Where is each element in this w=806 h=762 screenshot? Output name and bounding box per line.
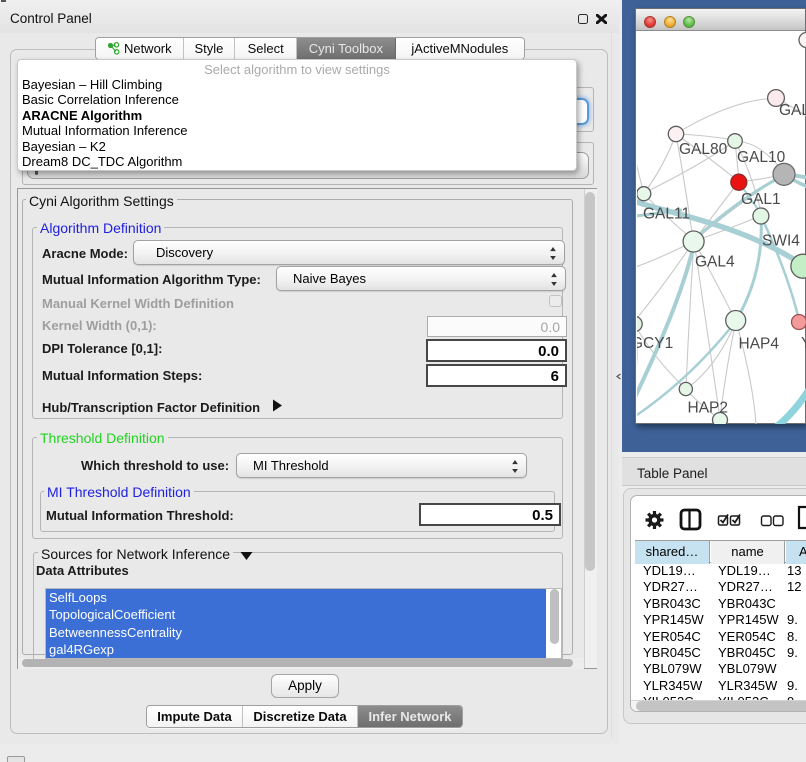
svg-text:HAP2: HAP2 (688, 400, 729, 417)
svg-text:GCY1: GCY1 (637, 335, 673, 352)
svg-text:GAL11: GAL11 (643, 206, 690, 223)
svg-text:GAL10: GAL10 (737, 149, 786, 166)
svg-text:HAP4: HAP4 (739, 336, 780, 353)
svg-text:SWI4: SWI4 (762, 233, 800, 250)
svg-text:GAL4: GAL4 (695, 254, 735, 271)
svg-text:YM: YM (801, 335, 806, 352)
svg-text:GAL1: GAL1 (741, 191, 781, 208)
svg-text:GAL2: GAL2 (779, 102, 806, 119)
svg-text:GAL80: GAL80 (679, 141, 728, 158)
